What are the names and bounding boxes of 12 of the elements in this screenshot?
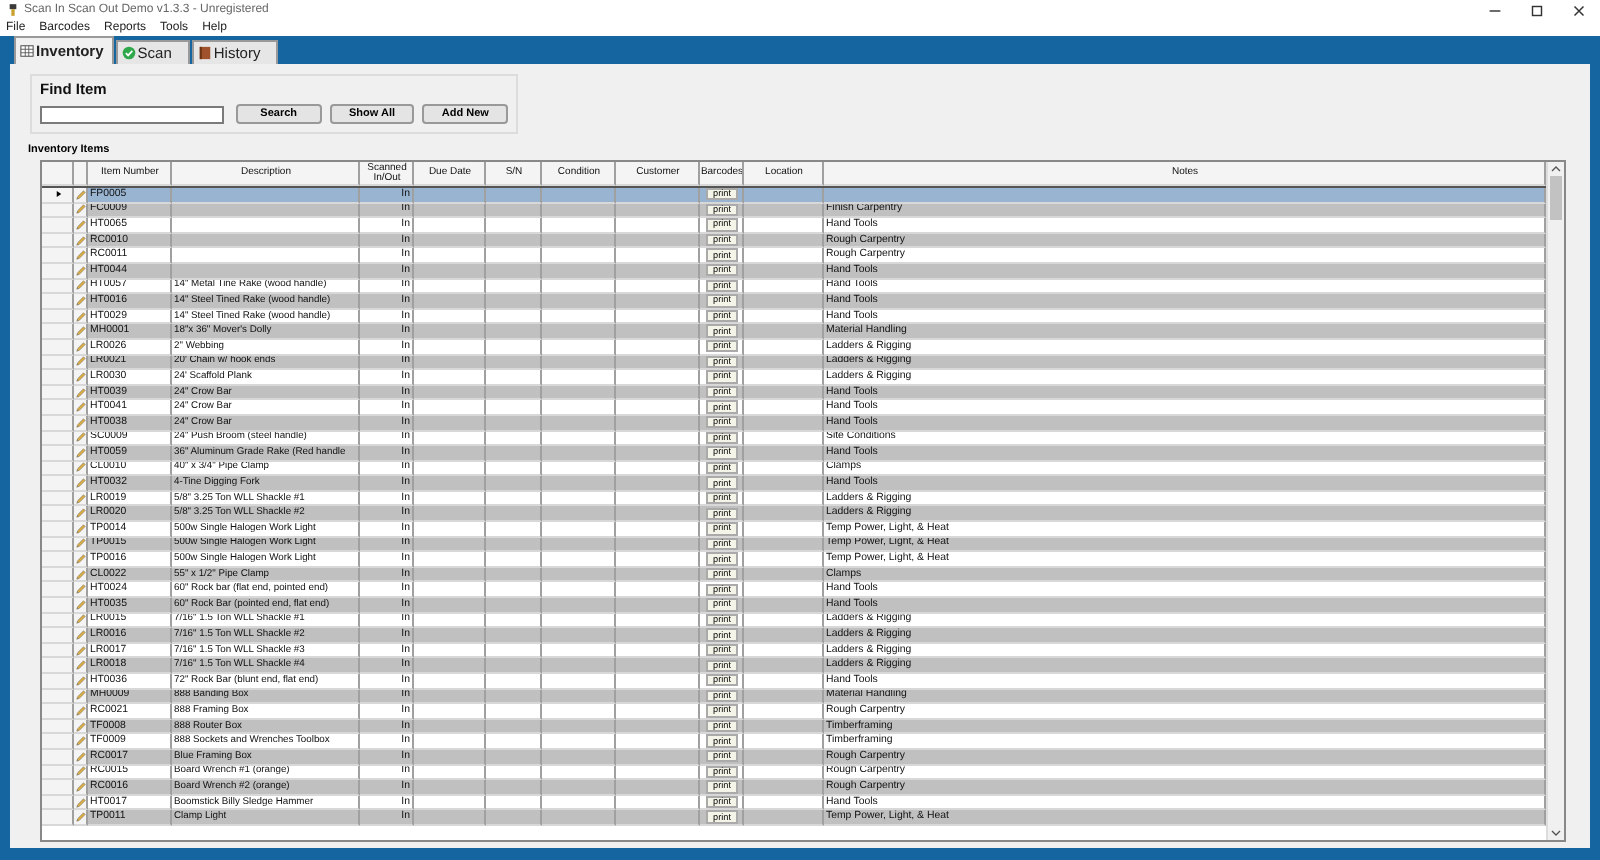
scroll-down-icon[interactable] (1550, 828, 1562, 838)
check-circle-icon (121, 46, 136, 60)
scrollbar-thumb[interactable] (1550, 176, 1562, 220)
maximize-icon[interactable] (1528, 1, 1546, 19)
scrollbar[interactable] (1546, 162, 1564, 840)
current-row-icon (55, 190, 61, 199)
book-icon (197, 46, 212, 60)
close-icon[interactable] (1570, 1, 1588, 19)
search-field[interactable] (40, 105, 224, 123)
grid-icon (20, 44, 34, 58)
app-icon (8, 4, 18, 16)
scroll-up-icon[interactable] (1550, 164, 1562, 174)
